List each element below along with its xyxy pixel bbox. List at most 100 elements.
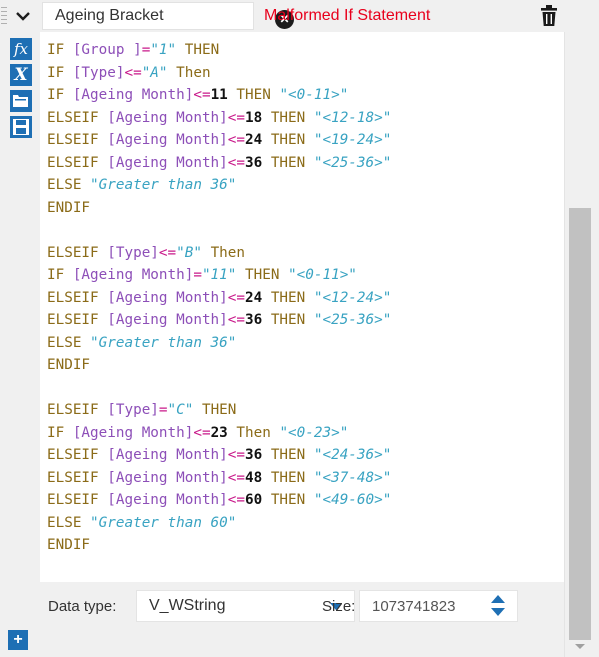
code-field: [Type]: [72, 64, 125, 81]
code-line[interactable]: ELSEIF [Ageing Month]<=48 THEN "<37-48>": [47, 467, 391, 490]
code-line[interactable]: [47, 377, 391, 400]
code-line[interactable]: ELSEIF [Ageing Month]<=36 THEN "<24-36>": [47, 444, 391, 467]
code-line[interactable]: [47, 219, 391, 242]
code-operator: <=: [227, 154, 245, 171]
code-line[interactable]: ELSEIF [Ageing Month]<=24 THEN "<12-24>": [47, 287, 391, 310]
code-number: 36: [245, 154, 263, 171]
data-type-value: V_WString: [149, 597, 226, 614]
code-keyword: THEN: [262, 492, 314, 508]
size-spinner[interactable]: [491, 595, 505, 617]
code-line[interactable]: ELSE "Greater than 60": [47, 512, 391, 535]
code-number: 36: [245, 312, 263, 328]
code-keyword: ELSEIF: [47, 312, 108, 328]
folder-icon[interactable]: [10, 90, 32, 112]
code-string: "<0-11>": [279, 87, 349, 103]
code-string: "B": [176, 244, 202, 261]
code-line[interactable]: IF [Ageing Month]="11" THEN "<0-11>": [47, 264, 391, 287]
code-keyword: ENDIF: [47, 357, 91, 373]
size-field[interactable]: 1073741823: [359, 590, 518, 622]
scroll-thumb[interactable]: [569, 208, 591, 640]
code-keyword: ELSEIF: [47, 289, 108, 306]
code-operator: <=: [227, 447, 245, 463]
code-string: "Greater than 60": [90, 514, 237, 531]
spinner-down-icon[interactable]: [491, 608, 505, 616]
code-field: [Ageing Month]: [72, 87, 194, 103]
code-string: "1": [150, 42, 177, 58]
editor-toolbar: fx X +: [0, 32, 40, 657]
expression-editor[interactable]: IF [Group ]="1" THEN IF [Type]<="A" Then I…: [40, 32, 564, 582]
scroll-down-icon[interactable]: [575, 644, 585, 649]
code-area[interactable]: IF [Group ]="1" THEN IF [Type]<="A" Then I…: [47, 39, 391, 557]
code-field: [Ageing Month]: [107, 447, 228, 463]
data-type-label: Data type:: [48, 598, 117, 615]
spinner-up-icon[interactable]: [491, 595, 505, 603]
expression-name-input[interactable]: [43, 3, 253, 29]
code-line[interactable]: ELSEIF [Ageing Month]<=24 THEN "<19-24>": [47, 129, 391, 152]
code-operator: <=: [227, 289, 245, 306]
code-string: "<25-36>": [313, 154, 392, 171]
expression-name-field[interactable]: ✕: [42, 2, 294, 30]
code-field: [Ageing Month]: [72, 424, 194, 441]
code-line[interactable]: ELSEIF [Ageing Month]<=18 THEN "<12-18>": [47, 107, 391, 130]
add-icon[interactable]: +: [8, 630, 28, 650]
delete-button[interactable]: [534, 2, 564, 30]
expression-header: ✕ Malformed If Statement: [0, 0, 599, 32]
code-operator: <=: [227, 132, 245, 148]
save-icon[interactable]: [10, 116, 32, 138]
code-keyword: ELSEIF: [47, 109, 108, 126]
code-number: 11: [210, 87, 228, 103]
code-line[interactable]: ELSEIF [Ageing Month]<=60 THEN "<49-60>": [47, 489, 391, 512]
code-field: [Ageing Month]: [107, 109, 228, 126]
function-icon[interactable]: fx: [10, 38, 32, 60]
code-keyword: IF: [47, 64, 73, 81]
code-line[interactable]: ELSEIF [Type]="C" THEN: [47, 399, 391, 422]
code-operator: <=: [227, 492, 245, 508]
code-keyword: THEN: [262, 469, 314, 486]
code-string: "<25-36>": [313, 312, 392, 328]
code-string: "<49-60>": [313, 492, 392, 508]
code-string: "C": [167, 402, 194, 418]
footer-strip: [40, 632, 564, 657]
code-line[interactable]: ENDIF: [47, 197, 391, 220]
code-field: [Ageing Month]: [107, 492, 228, 508]
code-keyword: THEN: [262, 447, 314, 463]
code-keyword: ELSEIF: [47, 447, 108, 463]
code-keyword: ENDIF: [47, 537, 91, 553]
code-line[interactable]: ELSEIF [Type]<="B" Then: [47, 242, 391, 265]
code-string: "<37-48>": [313, 469, 392, 486]
code-keyword: THEN: [262, 109, 314, 126]
code-keyword: THEN: [262, 154, 314, 171]
code-keyword: THEN: [262, 289, 314, 306]
code-line[interactable]: IF [Ageing Month]<=23 Then "<0-23>": [47, 422, 391, 445]
code-number: 60: [245, 492, 263, 508]
code-line[interactable]: ELSE "Greater than 36": [47, 332, 391, 355]
code-operator: =: [193, 267, 202, 283]
code-line[interactable]: ELSE "Greater than 36": [47, 174, 391, 197]
vertical-scrollbar[interactable]: [564, 32, 599, 657]
code-keyword: ELSE: [47, 334, 91, 351]
code-string: "<24-36>": [313, 447, 392, 463]
variable-icon[interactable]: X: [10, 64, 32, 86]
code-keyword: ELSEIF: [47, 244, 108, 261]
drag-handle[interactable]: [0, 4, 8, 30]
code-field: [Ageing Month]: [72, 267, 194, 283]
code-keyword: THEN: [227, 87, 280, 103]
code-line[interactable]: ELSEIF [Ageing Month]<=36 THEN "<25-36>": [47, 152, 391, 175]
code-field: [Group ]: [72, 42, 142, 58]
code-line[interactable]: IF [Group ]="1" THEN: [47, 39, 391, 62]
code-number: 36: [245, 447, 263, 463]
code-line[interactable]: IF [Type]<="A" Then: [47, 62, 391, 85]
code-field: [Type]: [107, 244, 159, 261]
chevron-down-icon: [16, 12, 30, 21]
code-line[interactable]: ENDIF: [47, 354, 391, 377]
collapse-button[interactable]: [10, 4, 36, 28]
code-keyword: ENDIF: [47, 199, 91, 216]
code-string: "<19-24>": [313, 132, 392, 148]
code-line[interactable]: IF [Ageing Month]<=11 THEN "<0-11>": [47, 84, 391, 107]
code-line[interactable]: ENDIF: [47, 534, 391, 557]
size-value[interactable]: 1073741823: [372, 598, 455, 615]
code-field: [Ageing Month]: [107, 469, 228, 486]
code-line[interactable]: ELSEIF [Ageing Month]<=36 THEN "<25-36>": [47, 309, 391, 332]
code-keyword: THEN: [262, 312, 314, 328]
code-string: "11": [201, 267, 237, 283]
